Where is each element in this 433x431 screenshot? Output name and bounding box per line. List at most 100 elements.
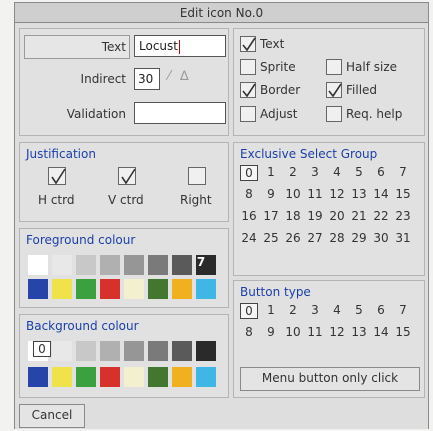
button-type-panel: Button type 0 1 2 3 4 5 6 7 8 9 10 11 12 13 14 15 Menu …: [233, 280, 425, 398]
increment-arrow-icon[interactable]: ⁄: [168, 69, 170, 84]
esg-option-8[interactable]: 8: [240, 187, 258, 201]
esg-option-13[interactable]: 13: [350, 187, 368, 201]
button-type-option-2[interactable]: 2: [284, 303, 302, 317]
esg-option-19[interactable]: 19: [306, 209, 324, 223]
button-type-option-0[interactable]: 0: [240, 303, 258, 319]
sprite-checkbox[interactable]: [240, 59, 256, 75]
background-swatch-6[interactable]: [172, 341, 192, 361]
button-type-option-10[interactable]: 10: [284, 325, 302, 339]
background-swatch-7[interactable]: [196, 341, 216, 361]
esg-option-25[interactable]: 25: [262, 231, 280, 245]
esg-option-16[interactable]: 16: [240, 209, 258, 223]
background-swatch-1[interactable]: [52, 341, 72, 361]
h-ctrd-checkbox[interactable]: [48, 167, 66, 185]
esg-option-17[interactable]: 17: [262, 209, 280, 223]
background-swatch-6[interactable]: [172, 367, 192, 387]
button-type-option-12[interactable]: 12: [328, 325, 346, 339]
esg-option-6[interactable]: 6: [372, 165, 390, 179]
esg-option-15[interactable]: 15: [394, 187, 412, 201]
esg-option-1[interactable]: 1: [262, 165, 280, 179]
esg-option-23[interactable]: 23: [394, 209, 412, 223]
v-ctrd-checkbox[interactable]: [118, 167, 136, 185]
esg-option-22[interactable]: 22: [372, 209, 390, 223]
h-ctrd-label: H ctrd: [38, 193, 75, 207]
foreground-swatch-3[interactable]: [100, 255, 120, 275]
background-swatch-5[interactable]: [148, 367, 168, 387]
foreground-swatch-4[interactable]: [124, 255, 144, 275]
background-swatch-4[interactable]: [124, 341, 144, 361]
button-type-option-15[interactable]: 15: [394, 325, 412, 339]
button-type-option-6[interactable]: 6: [372, 303, 390, 317]
foreground-swatch-4[interactable]: [124, 279, 144, 299]
background-swatch-7[interactable]: [196, 367, 216, 387]
background-swatch-5[interactable]: [148, 341, 168, 361]
esg-option-18[interactable]: 18: [284, 209, 302, 223]
esg-option-3[interactable]: 3: [306, 165, 324, 179]
window-title[interactable]: Edit icon No.0: [15, 3, 428, 23]
background-swatch-4[interactable]: [124, 367, 144, 387]
button-type-option-8[interactable]: 8: [240, 325, 258, 339]
esg-option-12[interactable]: 12: [328, 187, 346, 201]
foreground-swatch-1[interactable]: [52, 279, 72, 299]
esg-option-28[interactable]: 28: [328, 231, 346, 245]
esg-option-21[interactable]: 21: [350, 209, 368, 223]
esg-option-14[interactable]: 14: [372, 187, 390, 201]
foreground-swatch-6[interactable]: [172, 279, 192, 299]
esg-option-9[interactable]: 9: [262, 187, 280, 201]
background-swatch-3[interactable]: [100, 341, 120, 361]
button-type-option-13[interactable]: 13: [350, 325, 368, 339]
right-checkbox[interactable]: [188, 167, 206, 185]
foreground-swatch-0[interactable]: [28, 255, 48, 275]
background-swatch-2[interactable]: [76, 367, 96, 387]
cancel-button[interactable]: Cancel: [19, 404, 85, 428]
adjust-checkbox[interactable]: [240, 106, 256, 122]
esg-option-0[interactable]: 0: [240, 165, 258, 181]
esg-option-7[interactable]: 7: [394, 165, 412, 179]
validation-field[interactable]: [134, 102, 226, 124]
esg-option-26[interactable]: 26: [284, 231, 302, 245]
decrement-arrow-icon[interactable]: ∆: [180, 69, 189, 84]
background-swatch-3[interactable]: [100, 367, 120, 387]
foreground-swatch-2[interactable]: [76, 255, 96, 275]
button-type-option-5[interactable]: 5: [350, 303, 368, 317]
foreground-swatch-2[interactable]: [76, 279, 96, 299]
text-checkbox[interactable]: [240, 36, 256, 52]
esg-option-2[interactable]: 2: [284, 165, 302, 179]
button-type-option-7[interactable]: 7: [394, 303, 412, 317]
button-type-option-11[interactable]: 11: [306, 325, 324, 339]
foreground-swatch-0[interactable]: [28, 279, 48, 299]
esg-option-20[interactable]: 20: [328, 209, 346, 223]
border-checkbox[interactable]: [240, 82, 256, 98]
button-type-option-3[interactable]: 3: [306, 303, 324, 317]
filled-checkbox[interactable]: [326, 82, 342, 98]
esg-option-31[interactable]: 31: [394, 231, 412, 245]
button-type-option-1[interactable]: 1: [262, 303, 280, 317]
foreground-swatch-1[interactable]: [52, 255, 72, 275]
esg-option-5[interactable]: 5: [350, 165, 368, 179]
button-type-option-9[interactable]: 9: [262, 325, 280, 339]
foreground-swatch-3[interactable]: [100, 279, 120, 299]
req-help-checkbox[interactable]: [326, 106, 342, 122]
esg-option-4[interactable]: 4: [328, 165, 346, 179]
half-size-flag-label: Half size: [346, 60, 398, 74]
background-swatch-0[interactable]: [28, 367, 48, 387]
esg-option-10[interactable]: 10: [284, 187, 302, 201]
foreground-swatch-7[interactable]: [196, 279, 216, 299]
indirect-field[interactable]: 30: [134, 68, 160, 90]
foreground-swatch-6[interactable]: [172, 255, 192, 275]
button-type-option-4[interactable]: 4: [328, 303, 346, 317]
esg-option-27[interactable]: 27: [306, 231, 324, 245]
text-field[interactable]: Locust: [134, 35, 226, 57]
background-swatch-1[interactable]: [52, 367, 72, 387]
foreground-swatch-5[interactable]: [148, 279, 168, 299]
button-type-option-14[interactable]: 14: [372, 325, 390, 339]
foreground-swatch-5[interactable]: [148, 255, 168, 275]
half-size-checkbox[interactable]: [326, 59, 342, 75]
background-swatch-2[interactable]: [76, 341, 96, 361]
text-field-label: Text: [101, 40, 126, 54]
esg-option-11[interactable]: 11: [306, 187, 324, 201]
esg-option-29[interactable]: 29: [350, 231, 368, 245]
button-type-title: Button type: [240, 285, 311, 299]
esg-option-24[interactable]: 24: [240, 231, 258, 245]
esg-option-30[interactable]: 30: [372, 231, 390, 245]
